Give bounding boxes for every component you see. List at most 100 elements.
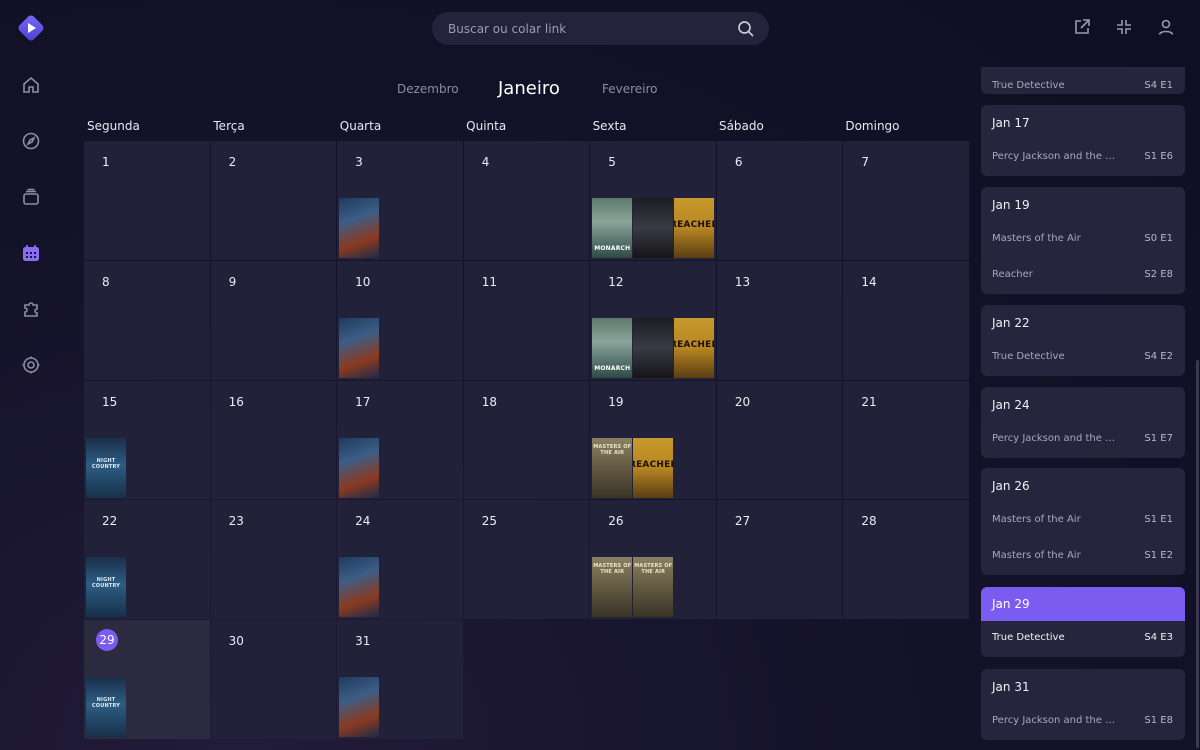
upcoming-day-card[interactable]: Jan 17 Percy Jackson and the Olympians S1 … (981, 105, 1185, 176)
upcoming-day-card[interactable]: Jan 24 Percy Jackson and the Olympians S1 … (981, 387, 1185, 458)
upcoming-episode[interactable]: Masters of the Air S1 E1 (992, 514, 1173, 525)
episode-number: S1 E1 (1144, 514, 1173, 525)
upcoming-episode[interactable]: Percy Jackson and the Olympians S1 E7 (992, 433, 1173, 444)
episode-title: True Detective (992, 80, 1065, 91)
upcoming-episode[interactable]: True Detective S4 E3 (992, 632, 1173, 643)
month-prev-tab[interactable]: Dezembro (397, 82, 459, 96)
poster-monarch[interactable]: MONARCH (592, 317, 633, 378)
search-input[interactable] (448, 21, 737, 36)
upcoming-day-card[interactable]: Jan 31 Percy Jackson and the Olympians S1 … (981, 669, 1185, 740)
poster-masters[interactable]: MASTERS OF THE AIR (592, 437, 633, 498)
day-number: 13 (734, 274, 751, 289)
calendar-day[interactable]: 10 (337, 260, 463, 380)
calendar-day[interactable]: 27 (716, 500, 843, 620)
weekday-label: Sexta (592, 119, 627, 133)
upcoming-episode[interactable]: True Detective S4 E2 (992, 351, 1173, 362)
month-current-tab[interactable]: Janeiro (498, 78, 560, 99)
calendar-icon[interactable] (18, 240, 44, 266)
calendar-day[interactable]: 23 (210, 500, 337, 620)
calendar-day[interactable]: 28 (843, 500, 969, 620)
calendar-day-today[interactable]: 29 NIGHT COUNTRY (84, 620, 210, 739)
poster-masters[interactable]: MASTERS OF THE AIR (592, 557, 633, 618)
calendar-day[interactable]: 6 (716, 141, 843, 260)
day-number: 3 (355, 155, 363, 169)
poster-percy[interactable] (339, 677, 380, 738)
poster-fellow[interactable] (633, 198, 674, 258)
calendar-day[interactable]: 31 (337, 620, 463, 739)
calendar-day[interactable]: 14 (843, 260, 969, 380)
upcoming-episode[interactable]: Percy Jackson and the Olympians S1 E6 (992, 151, 1173, 162)
upcoming-day-card[interactable]: Jan 22 True Detective S4 E2 (981, 305, 1185, 376)
poster-percy[interactable] (339, 317, 380, 378)
home-icon[interactable] (18, 72, 44, 98)
calendar-day[interactable]: 8 (84, 260, 210, 380)
calendar-day[interactable]: 16 (210, 380, 337, 500)
calendar-day[interactable]: 18 (463, 380, 590, 500)
top-right-toolbar (1072, 17, 1176, 37)
poster-night[interactable]: NIGHT COUNTRY (86, 557, 126, 618)
exit-fullscreen-icon[interactable] (1114, 17, 1134, 37)
calendar-day[interactable]: 26 MASTERS OF THE AIR MASTERS OF THE AIR (590, 500, 716, 620)
day-number: 15 (102, 394, 118, 409)
search-icon[interactable] (737, 20, 755, 38)
calendar-day[interactable]: 20 (716, 380, 843, 500)
calendar-day[interactable]: 11 (463, 260, 590, 380)
poster-reacher[interactable]: REACHER (633, 437, 674, 498)
calendar-day[interactable]: 9 (210, 260, 337, 380)
calendar-day[interactable]: 7 (843, 141, 969, 260)
library-icon[interactable] (18, 184, 44, 210)
calendar-day[interactable]: 30 (210, 620, 337, 739)
calendar-empty-cell (717, 620, 843, 739)
upcoming-episode[interactable]: Masters of the Air S1 E2 (992, 550, 1173, 561)
calendar-day[interactable]: 13 (716, 260, 843, 380)
external-link-icon[interactable] (1072, 17, 1092, 37)
poster-percy[interactable] (339, 557, 380, 618)
poster-percy[interactable] (339, 437, 380, 498)
compass-icon[interactable] (18, 128, 44, 154)
sidebar-nav (18, 72, 44, 408)
poster-masters[interactable]: MASTERS OF THE AIR (633, 557, 674, 618)
panel-scrollbar[interactable] (1196, 360, 1199, 748)
calendar-day[interactable]: 1 (84, 141, 210, 260)
day-number: 12 (608, 274, 624, 289)
calendar-day[interactable]: 17 (337, 380, 463, 500)
calendar-day[interactable]: 19 MASTERS OF THE AIRREACHER (590, 380, 716, 500)
poster-fellow[interactable] (633, 317, 674, 378)
calendar-day[interactable]: 22 NIGHT COUNTRY (84, 500, 210, 620)
day-number: 22 (102, 514, 118, 529)
upcoming-day-card-selected[interactable]: Jan 29 True Detective S4 E3 (981, 587, 1185, 657)
calendar-day[interactable]: 2 (210, 141, 337, 260)
poster-night[interactable]: NIGHT COUNTRY (86, 677, 126, 738)
upcoming-day-card[interactable]: True Detective S4 E1 (981, 67, 1185, 94)
poster-monarch[interactable]: MONARCH (592, 198, 633, 258)
calendar-day[interactable]: 3 (337, 141, 463, 260)
episode-posters: MONARCH REACHER (592, 198, 715, 258)
upcoming-episode[interactable]: Percy Jackson and the Olympians S1 E8 (992, 715, 1173, 726)
month-next-tab[interactable]: Fevereiro (602, 82, 658, 96)
settings-icon[interactable] (18, 352, 44, 378)
upcoming-day-card[interactable]: Jan 19 Masters of the Air S0 E1 Reacher S2 E… (981, 187, 1185, 294)
poster-night[interactable]: NIGHT COUNTRY (86, 437, 126, 498)
calendar-day[interactable]: 12 MONARCH REACHER (590, 260, 716, 380)
app-logo[interactable] (16, 13, 46, 43)
poster-reacher[interactable]: REACHER (674, 317, 715, 378)
upcoming-episode[interactable]: Reacher S2 E8 (992, 269, 1173, 280)
calendar-day[interactable]: 24 (337, 500, 463, 620)
addons-icon[interactable] (18, 296, 44, 322)
user-icon[interactable] (1156, 17, 1176, 37)
upcoming-episodes-panel: True Detective S4 E1 Jan 17 Percy Jackson a… (981, 67, 1185, 750)
calendar-day[interactable]: 21 (843, 380, 969, 500)
upcoming-date: Jan 22 (992, 316, 1030, 330)
calendar-day[interactable]: 4 (463, 141, 590, 260)
episode-title: Percy Jackson and the Olympians (992, 151, 1120, 162)
episode-posters (339, 557, 380, 618)
poster-reacher[interactable]: REACHER (674, 198, 715, 258)
upcoming-episode[interactable]: True Detective S4 E1 (992, 80, 1173, 91)
poster-percy[interactable] (339, 198, 380, 258)
calendar-day[interactable]: 25 (463, 500, 590, 620)
weekday-label: Quinta (466, 119, 507, 133)
calendar-day[interactable]: 5 MONARCH REACHER (590, 141, 716, 260)
upcoming-episode[interactable]: Masters of the Air S0 E1 (992, 233, 1173, 244)
calendar-day[interactable]: 15 NIGHT COUNTRY (84, 380, 210, 500)
upcoming-day-card[interactable]: Jan 26 Masters of the Air S1 E1 Masters of … (981, 468, 1185, 575)
